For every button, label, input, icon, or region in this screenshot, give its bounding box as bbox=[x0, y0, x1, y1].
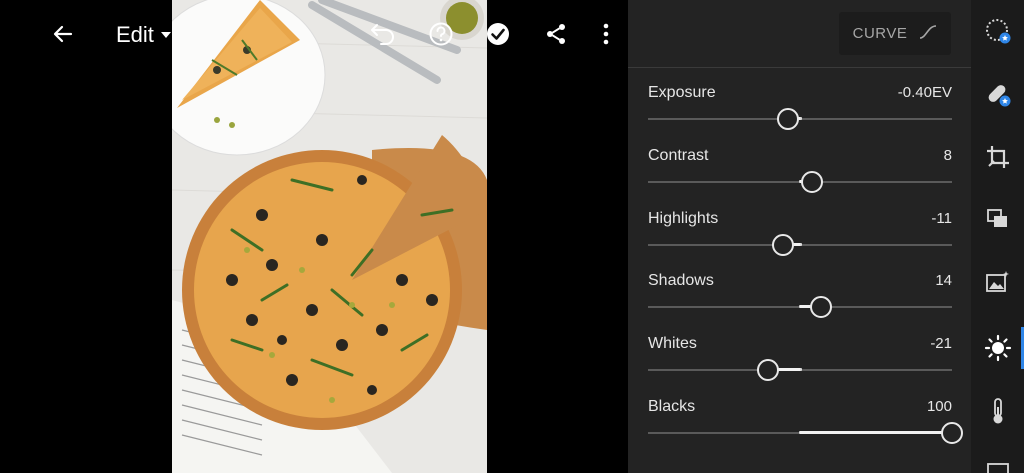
help-icon bbox=[428, 21, 454, 47]
edit-mode-label: Edit bbox=[116, 22, 154, 47]
slider-thumb[interactable] bbox=[757, 359, 780, 381]
caret-down-icon bbox=[160, 32, 171, 38]
crop-icon bbox=[985, 144, 1011, 170]
slider-highlights[interactable]: Highlights -11 bbox=[648, 210, 952, 260]
presets-icon bbox=[984, 17, 1012, 45]
auto-enhance-button[interactable] bbox=[983, 267, 1013, 297]
tool-strip bbox=[971, 0, 1024, 473]
slider-label: Whites bbox=[648, 335, 697, 352]
arrow-left-icon bbox=[51, 22, 75, 46]
share-button[interactable] bbox=[539, 17, 573, 51]
tone-curve-icon bbox=[919, 24, 937, 43]
slider-label: Shadows bbox=[648, 272, 714, 289]
light-button[interactable] bbox=[983, 333, 1013, 363]
slider-exposure[interactable]: Exposure -0.40EV bbox=[648, 84, 952, 134]
curve-label: CURVE bbox=[852, 25, 908, 42]
effects-button[interactable] bbox=[983, 456, 1013, 473]
back-button[interactable] bbox=[46, 17, 80, 51]
share-icon bbox=[544, 22, 568, 46]
healing-button[interactable] bbox=[983, 79, 1013, 109]
top-toolbar: Edit bbox=[0, 0, 628, 68]
slider-fill bbox=[800, 431, 952, 434]
slider-value[interactable]: 8 bbox=[944, 147, 952, 164]
slider-value[interactable]: -21 bbox=[930, 335, 952, 352]
slider-value[interactable]: -0.40EV bbox=[898, 84, 952, 101]
slider-blacks[interactable]: Blacks 100 bbox=[648, 398, 963, 448]
photo-preview[interactable] bbox=[172, 0, 487, 473]
crop-button[interactable] bbox=[983, 142, 1013, 172]
slider-value[interactable]: -11 bbox=[931, 210, 952, 227]
more-vertical-icon bbox=[602, 22, 610, 46]
light-adjustments-panel: CURVE Exposure -0.40EV Contrast 8 Highlights… bbox=[628, 0, 971, 473]
auto-enhance-icon bbox=[985, 270, 1011, 294]
healing-bandage-icon bbox=[984, 80, 1012, 108]
help-button[interactable] bbox=[424, 17, 458, 51]
edit-mode-dropdown[interactable]: Edit bbox=[116, 20, 171, 50]
light-sun-icon bbox=[984, 334, 1012, 362]
slider-thumb[interactable] bbox=[772, 234, 795, 256]
undo-icon bbox=[369, 21, 397, 47]
curve-button[interactable]: CURVE bbox=[839, 12, 951, 55]
slider-thumb[interactable] bbox=[810, 296, 833, 318]
panel-header: CURVE bbox=[628, 0, 971, 68]
slider-shadows[interactable]: Shadows 14 bbox=[648, 272, 952, 322]
color-button[interactable] bbox=[983, 396, 1013, 426]
color-thermometer-icon bbox=[990, 397, 1006, 425]
slider-contrast[interactable]: Contrast 8 bbox=[648, 147, 952, 197]
photo-canvas[interactable] bbox=[0, 0, 628, 473]
slider-whites[interactable]: Whites -21 bbox=[648, 335, 952, 385]
slider-thumb[interactable] bbox=[801, 171, 824, 193]
layers-button[interactable] bbox=[983, 204, 1013, 234]
checkmark-circle-icon bbox=[485, 21, 511, 47]
slider-value[interactable]: 100 bbox=[927, 398, 952, 415]
slider-label: Blacks bbox=[648, 398, 696, 415]
presets-button[interactable] bbox=[983, 16, 1013, 46]
done-button[interactable] bbox=[481, 17, 515, 51]
layers-icon bbox=[986, 208, 1010, 230]
slider-thumb[interactable] bbox=[941, 422, 963, 444]
effects-icon bbox=[986, 461, 1010, 473]
slider-value[interactable]: 14 bbox=[935, 272, 952, 289]
slider-label: Highlights bbox=[648, 210, 719, 227]
slider-label: Contrast bbox=[648, 147, 709, 164]
more-options-button[interactable] bbox=[589, 17, 623, 51]
undo-button[interactable] bbox=[366, 17, 400, 51]
slider-label: Exposure bbox=[648, 84, 716, 101]
slider-thumb[interactable] bbox=[776, 108, 799, 130]
